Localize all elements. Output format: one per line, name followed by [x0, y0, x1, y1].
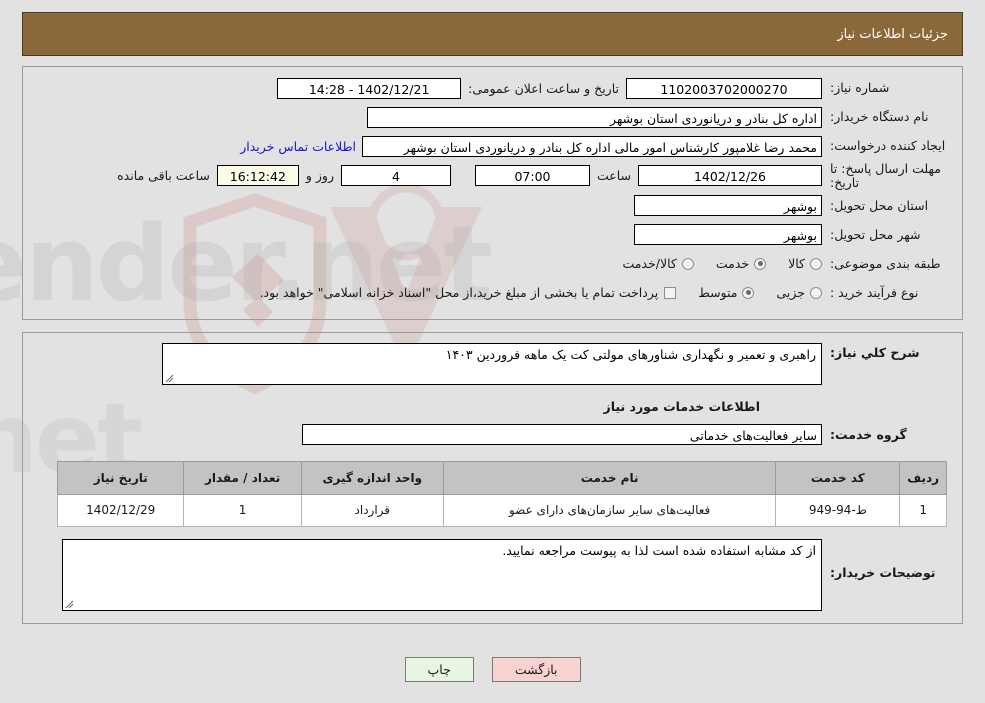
row-classification: طبقه بندی موضوعی: کالا خدمت کالا/خدمت — [33, 251, 952, 277]
column-header-unit: واحد اندازه گیری — [300, 460, 444, 495]
cell-quantity: 1 — [183, 493, 302, 527]
classification-option-label: کالا — [788, 256, 805, 271]
treasury-checkbox-item[interactable]: پرداخت تمام یا بخشی از مبلغ خرید،از محل … — [260, 285, 677, 300]
classification-option-label: کالا/خدمت — [622, 256, 677, 271]
services-section-title: اطلاعات خدمات مورد نیاز — [603, 398, 761, 414]
remaining-time-value: 16:12:42 — [216, 165, 299, 187]
response-deadline-label: مهلت ارسال پاسخ: تا تاریخ: — [830, 161, 941, 190]
resize-grip-icon — [65, 600, 74, 608]
deadline-hour-value[interactable]: 07:00 — [474, 165, 590, 187]
delivery-city-label: شهر محل تحویل: — [830, 226, 921, 242]
column-header-radif: ردیف — [899, 460, 947, 495]
buyer-notes-label: توضیحات خریدار: — [830, 564, 936, 580]
need-number-label: شماره نیاز: — [830, 80, 890, 96]
row-buyer-notes: توضیحات خریدار: از کد مشابه استفاده شده … — [33, 538, 952, 611]
row-delivery-province: استان محل تحویل: بوشهر — [33, 193, 952, 219]
cell-service-name: فعالیت‌های سایر سازمان‌های دارای عضو — [442, 493, 777, 527]
buyer-contact-link[interactable]: اطلاعات تماس خریدار — [234, 139, 362, 154]
general-description-text: راهبری و تعمیر و نگهداری شناورهای مولتی … — [445, 346, 816, 362]
service-details-panel: شرح کلي نیاز: راهبری و تعمیر و نگهداری ش… — [22, 331, 963, 624]
radio-icon[interactable] — [742, 286, 755, 299]
column-header-need-date: تاریخ نیاز — [56, 460, 185, 495]
cell-radif: 1 — [899, 493, 947, 527]
service-group-value[interactable]: سایر فعالیت‌های خدماتی — [302, 423, 822, 445]
row-request-creator: ایجاد کننده درخواست: محمد رضا غلامپور کا… — [33, 133, 952, 159]
remaining-time-label: ساعت باقی مانده — [117, 168, 210, 184]
classification-option-kala-khedmat[interactable]: کالا/خدمت — [622, 256, 694, 271]
deadline-hour-label: ساعت — [596, 168, 631, 184]
row-delivery-city: شهر محل تحویل: بوشهر — [33, 222, 952, 248]
resize-grip-icon — [165, 374, 174, 382]
column-header-service-name: نام خدمت — [442, 460, 777, 495]
purchase-type-option-label: متوسط — [698, 285, 738, 300]
need-info-panel: شماره نیاز: 1102003702000270 تاریخ و ساع… — [22, 66, 963, 320]
general-description-label: شرح کلي نیاز: — [830, 344, 920, 360]
remaining-days-value[interactable]: 4 — [340, 165, 451, 187]
remaining-days-label: روز و — [305, 168, 334, 184]
column-header-quantity: تعداد / مقدار — [183, 460, 302, 495]
purchase-type-option-jozei[interactable]: جزیی — [776, 285, 822, 300]
general-description-value[interactable]: راهبری و تعمیر و نگهداری شناورهای مولتی … — [162, 342, 822, 385]
classification-radio-group: کالا خدمت کالا/خدمت — [600, 256, 822, 271]
announce-datetime-value[interactable]: 1402/12/21 - 14:28 — [277, 77, 462, 99]
radio-icon[interactable] — [810, 286, 822, 299]
request-creator-value[interactable]: محمد رضا غلامپور کارشناس امور مالی اداره… — [362, 135, 822, 157]
radio-icon[interactable] — [681, 257, 694, 270]
table-header-row: ردیف کد خدمت نام خدمت واحد اندازه گیری ت… — [56, 460, 947, 495]
cell-service-code: ط-94-949 — [775, 493, 901, 527]
purchase-type-option-motavaset[interactable]: متوسط — [698, 285, 755, 300]
row-general-description: شرح کلي نیاز: راهبری و تعمیر و نگهداری ش… — [33, 342, 952, 385]
purchase-type-label: نوع فرآیند خرید : — [830, 284, 919, 300]
page-header: جزئیات اطلاعات نیاز — [22, 12, 963, 56]
radio-icon[interactable] — [810, 257, 822, 270]
row-service-group: گروه خدمت: سایر فعالیت‌های خدماتی — [33, 423, 952, 445]
buyer-org-label: نام دستگاه خریدار: — [830, 109, 929, 125]
radio-icon[interactable] — [754, 257, 767, 270]
buyer-org-value[interactable]: اداره کل بنادر و دریانوردی استان بوشهر — [367, 106, 822, 128]
announce-datetime-label: تاریخ و ساعت اعلان عمومی: — [468, 80, 619, 96]
cell-need-date: 1402/12/29 — [56, 493, 185, 527]
page-title: جزئیات اطلاعات نیاز — [837, 26, 948, 42]
delivery-city-value[interactable]: بوشهر — [634, 224, 822, 245]
row-buyer-org: نام دستگاه خریدار: اداره کل بنادر و دریا… — [33, 104, 952, 130]
classification-option-khedmat[interactable]: خدمت — [715, 256, 767, 271]
classification-option-kala[interactable]: کالا — [788, 256, 822, 271]
purchase-type-option-label: جزیی — [776, 285, 805, 300]
footer-actions: بازگشت چاپ — [0, 657, 985, 682]
request-creator-label: ایجاد کننده درخواست: — [830, 138, 946, 154]
row-need-number: شماره نیاز: 1102003702000270 تاریخ و ساع… — [33, 75, 952, 101]
cell-unit: قرارداد — [300, 493, 444, 527]
delivery-province-value[interactable]: بوشهر — [634, 195, 822, 216]
buyer-notes-text: از کد مشابه استفاده شده است لذا به پیوست… — [502, 542, 816, 558]
classification-label: طبقه بندی موضوعی: — [830, 255, 941, 271]
delivery-province-label: استان محل تحویل: — [830, 197, 929, 213]
print-button[interactable]: چاپ — [404, 657, 474, 682]
classification-option-label: خدمت — [715, 256, 750, 271]
services-table: ردیف کد خدمت نام خدمت واحد اندازه گیری ت… — [56, 460, 947, 527]
buyer-notes-value[interactable]: از کد مشابه استفاده شده است لذا به پیوست… — [62, 538, 822, 611]
checkbox-icon[interactable] — [664, 286, 677, 299]
table-row: 1 ط-94-949 فعالیت‌های سایر سازمان‌های دا… — [56, 493, 947, 527]
column-header-service-code: کد خدمت — [775, 460, 901, 495]
back-button[interactable]: بازگشت — [491, 657, 581, 682]
deadline-date-value[interactable]: 1402/12/26 — [638, 165, 822, 187]
need-number-value[interactable]: 1102003702000270 — [626, 77, 822, 99]
row-purchase-type: نوع فرآیند خرید : جزیی متوسط پرداخت تمام… — [33, 280, 952, 306]
service-group-label: گروه خدمت: — [830, 426, 907, 442]
services-table-wrapper: ردیف کد خدمت نام خدمت واحد اندازه گیری ت… — [33, 460, 952, 527]
treasury-note-text: پرداخت تمام یا بخشی از مبلغ خرید،از محل … — [259, 285, 659, 300]
purchase-type-radio-group: جزیی متوسط پرداخت تمام یا بخشی از مبلغ خ… — [260, 285, 822, 300]
row-response-deadline: مهلت ارسال پاسخ: تا تاریخ: 1402/12/26 سا… — [33, 162, 952, 190]
